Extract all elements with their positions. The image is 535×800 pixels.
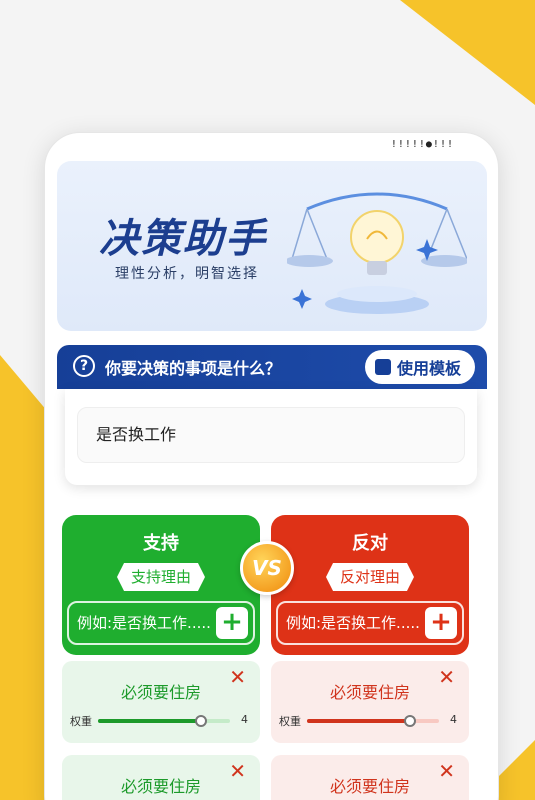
decision-input[interactable]: 是否换工作 [77, 407, 465, 463]
con-title: 反对 [352, 533, 388, 554]
pro-reason-card: 必须要住房 ✕ [62, 755, 260, 800]
con-reason-tag: 反对理由 [325, 563, 415, 591]
status-bar: !!!!!●!!! [390, 139, 454, 150]
vs-badge: VS [240, 541, 294, 595]
pro-weight-value: 4 [241, 713, 248, 726]
con-reason-card: 必须要住房 ✕ [271, 755, 469, 800]
con-weight-fill [307, 719, 410, 723]
pro-add-button[interactable]: + [216, 607, 248, 639]
con-reason-delete-icon[interactable]: ✕ [438, 665, 455, 689]
banner-subtitle: 理性分析，明智选择 [115, 266, 259, 282]
con-weight-label: 权重 [279, 715, 301, 728]
answer-card: 是否换工作 [65, 389, 477, 485]
pro-reason-tag: 支持理由 [116, 563, 206, 591]
question-circle-icon: ? [73, 355, 95, 377]
phone-frame: !!!!!●!!! 决策助手 理性分析，明智选择 ? 你要决策的事项是什么？ 使… [44, 132, 499, 800]
pro-reason-card: 必须要住房 ✕ 权重 4 [62, 661, 260, 743]
pro-weight-fill [98, 719, 201, 723]
pro-reason-delete-icon[interactable]: ✕ [229, 759, 246, 783]
pro-column: 支持 支持理由 例如:是否换工作..... + [62, 515, 260, 655]
con-weight-thumb[interactable] [404, 715, 416, 727]
con-add-button[interactable]: + [425, 607, 457, 639]
question-header: ? 你要决策的事项是什么？ 使用模板 [57, 345, 487, 389]
puzzle-icon [374, 359, 391, 375]
use-template-button[interactable]: 使用模板 [364, 350, 475, 384]
use-template-label: 使用模板 [396, 359, 461, 378]
con-reason-delete-icon[interactable]: ✕ [438, 759, 455, 783]
banner-title: 决策助手 [99, 216, 267, 262]
pro-title: 支持 [143, 533, 179, 554]
pro-weight-thumb[interactable] [195, 715, 207, 727]
pro-weight-label: 权重 [70, 715, 92, 728]
pro-reason-delete-icon[interactable]: ✕ [229, 665, 246, 689]
con-input-placeholder: 例如:是否换工作..... [286, 614, 420, 632]
con-reason-card: 必须要住房 ✕ 权重 4 [271, 661, 469, 743]
pro-weight-slider[interactable] [98, 715, 230, 727]
question-label: 你要决策的事项是什么？ [105, 359, 282, 378]
con-reason-input[interactable]: 例如:是否换工作..... + [276, 601, 464, 645]
con-column: 反对 反对理由 例如:是否换工作..... + [271, 515, 469, 655]
pro-reason-input[interactable]: 例如:是否换工作..... + [67, 601, 255, 645]
con-weight-slider[interactable] [307, 715, 439, 727]
decor-yellow-top [400, 0, 535, 105]
con-weight-value: 4 [450, 713, 457, 726]
balance-scale-icon [287, 192, 467, 314]
pro-input-placeholder: 例如:是否换工作..... [77, 614, 211, 632]
banner: 决策助手 理性分析，明智选择 [57, 161, 487, 331]
